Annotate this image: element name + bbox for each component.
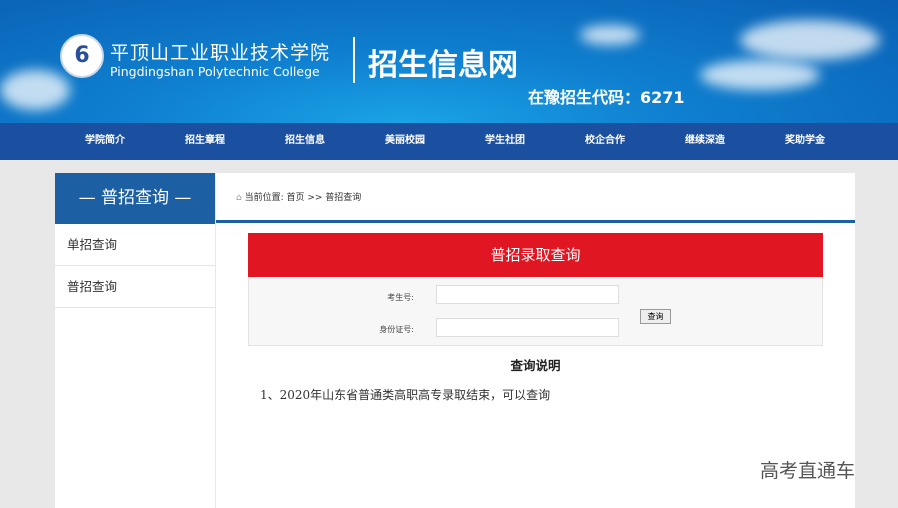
id-label: 身份证号: [379,325,414,334]
nav-item[interactable]: 美丽校园 [355,123,455,160]
nav-item[interactable]: 继续深造 [655,123,755,160]
query-title: 普招录取查询 [248,233,823,277]
admission-code: 在豫招生代码：6271 [528,88,685,107]
header-divider [353,37,355,83]
college-logo[interactable]: 6 [60,34,104,78]
sidebar-item-general[interactable]: 普招查询 [55,266,215,308]
exam-no-label: 考生号: [387,293,414,302]
main-nav: 学院简介 招生章程 招生信息 美丽校园 学生社团 校企合作 继续深造 奖助学金 [0,123,898,160]
watermark: 高考直通车 [760,460,856,482]
header-banner: 6 平顶山工业职业技术学院 Pingdingshan Polytechnic C… [0,0,898,123]
sidebar-item-single[interactable]: 单招查询 [55,224,215,266]
exam-no-input[interactable] [436,285,619,304]
site-title: 招生信息网 [368,48,518,83]
home-icon: ⌂ [236,193,245,203]
query-form: 考生号: 身份证号: 查询 [248,277,823,346]
nav-item[interactable]: 学院简介 [55,123,155,160]
breadcrumb: ⌂ 当前位置: 首页 >> 普招查询 [216,173,855,223]
nav-item[interactable]: 学生社团 [455,123,555,160]
notes-title: 查询说明 [510,358,561,373]
college-name-en: Pingdingshan Polytechnic College [110,64,320,79]
sidebar: — 普招查询 — 单招查询 普招查询 [55,173,215,508]
sidebar-title: — 普招查询 — [55,173,215,224]
notes-item: 1、2020年山东省普通类高职高专录取结束，可以查询 [260,388,551,402]
nav-item[interactable]: 校企合作 [555,123,655,160]
college-name-cn: 平顶山工业职业技术学院 [110,42,331,64]
nav-item[interactable]: 招生章程 [155,123,255,160]
nav-item[interactable]: 奖助学金 [755,123,855,160]
breadcrumb-text: 当前位置: 首页 >> 普招查询 [244,193,362,203]
id-input[interactable] [436,318,619,337]
query-button[interactable]: 查询 [640,309,671,324]
nav-item[interactable]: 招生信息 [255,123,355,160]
